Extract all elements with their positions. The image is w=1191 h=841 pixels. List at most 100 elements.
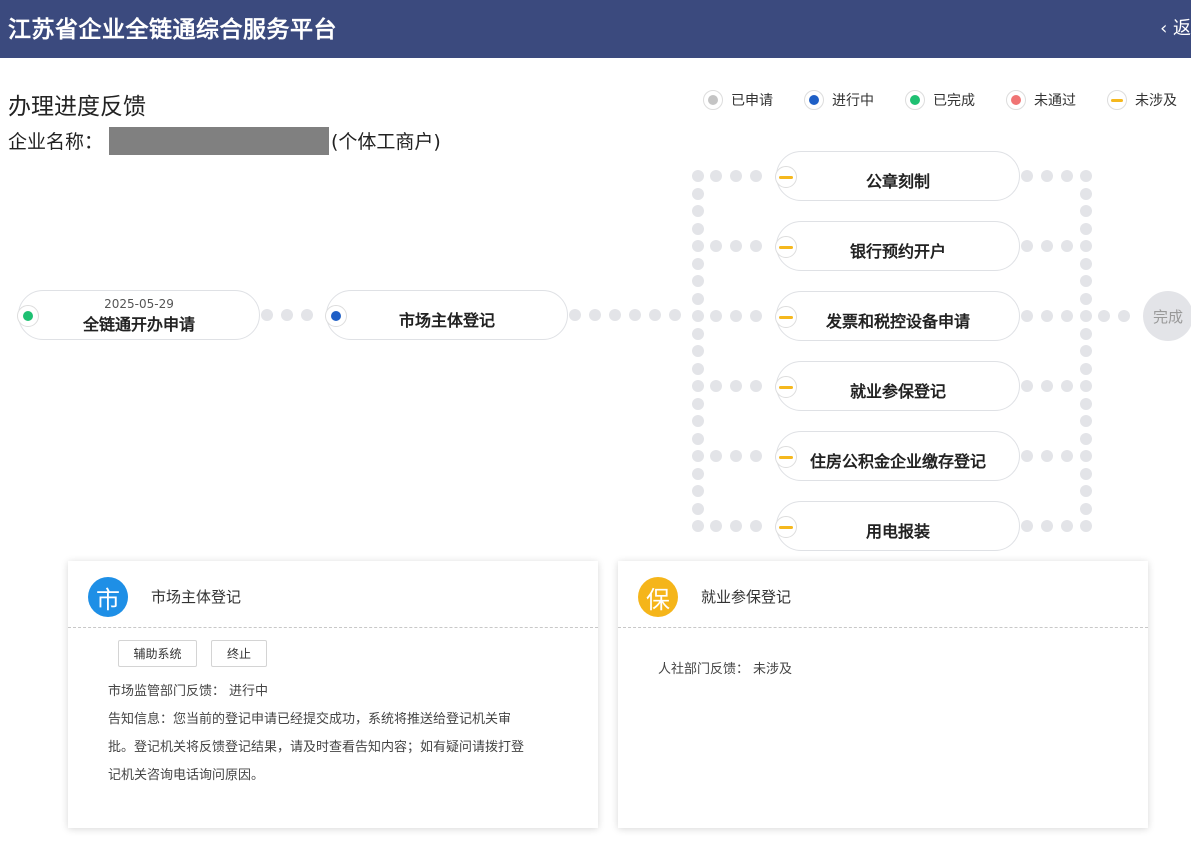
connector-dot	[692, 292, 704, 305]
connector-dot	[1118, 310, 1130, 322]
connector-dot	[730, 450, 742, 462]
node-date: 2025-05-29	[104, 297, 174, 311]
card-badge: 保	[638, 577, 678, 617]
legend-label: 进行中	[832, 93, 874, 109]
connector-dot	[1041, 170, 1053, 182]
legend-label: 未通过	[1034, 93, 1076, 109]
connector-dot	[692, 520, 704, 532]
terminate-button[interactable]: 终止	[211, 640, 267, 667]
connector-dot	[1061, 450, 1073, 462]
company-label: 企业名称：	[8, 131, 104, 153]
connector-dot	[1080, 275, 1092, 287]
connector-dot	[730, 310, 742, 322]
node-label: 发票和税控设备申请	[825, 312, 970, 331]
connector-dot	[1041, 450, 1053, 462]
node-label: 公章刻制	[865, 172, 930, 191]
connector-dot	[569, 309, 581, 321]
redacted-company-name	[109, 127, 330, 155]
legend-not-involved: 未涉及	[1107, 89, 1177, 111]
connector-dot	[1041, 310, 1053, 322]
status-dot-icon	[703, 90, 723, 110]
connector-dot	[710, 380, 722, 392]
connector-dot	[301, 309, 313, 321]
flow-node-invoice[interactable]: 发票和税控设备申请	[775, 291, 1020, 341]
flow-node-electricity[interactable]: 用电报装	[775, 501, 1020, 551]
connector-dot	[692, 362, 704, 375]
connector-dot	[1080, 170, 1092, 182]
notice-line: 告知信息：您当前的登记申请已经提交成功，系统将推送给登记机关审	[108, 712, 512, 727]
connector-dot	[1080, 187, 1092, 200]
connector-dot	[1080, 205, 1092, 217]
connector-dot	[1080, 240, 1092, 252]
connector-dot	[1080, 485, 1092, 497]
card-title: 市场主体登记	[151, 588, 242, 606]
connector-dot	[1080, 257, 1092, 270]
connector-dot	[750, 170, 762, 182]
connector-dot	[750, 240, 762, 252]
connector-dot	[1080, 502, 1092, 515]
connector-dot	[692, 327, 704, 340]
feedback-value: 进行中	[229, 684, 269, 699]
card-header: 保 就业参保登记	[618, 561, 1148, 628]
detail-card-register: 市 市场主体登记 辅助系统 终止 市场监管部门反馈： 进行中 告知信息：您当前的登…	[68, 561, 598, 828]
card-badge: 市	[88, 577, 128, 617]
connector-dot	[1061, 240, 1073, 252]
connector-dot	[1080, 520, 1092, 532]
legend-label: 未涉及	[1135, 93, 1177, 109]
connector-dot	[692, 187, 704, 200]
connector-dot	[692, 205, 704, 217]
connector-dot	[281, 309, 293, 321]
connector-dot	[692, 170, 704, 182]
connector-dot	[1080, 432, 1092, 445]
feedback-label: 人社部门反馈：	[658, 662, 750, 677]
connector-dot	[1061, 170, 1073, 182]
connector-dot	[692, 467, 704, 480]
connector-dot	[1041, 240, 1053, 252]
notice-line: 记机关咨询电话询问原因。	[108, 768, 265, 783]
flow-node-apply[interactable]: 2025-05-29 全链通开办申请	[17, 290, 260, 340]
node-label: 市场主体登记	[398, 311, 495, 330]
connector-dot	[1080, 380, 1092, 392]
connector-dot	[1041, 380, 1053, 392]
flow-node-register[interactable]: 市场主体登记	[325, 290, 568, 340]
connector-dot	[1080, 327, 1092, 340]
node-label: 就业参保登记	[849, 382, 946, 401]
connector-dot	[692, 450, 704, 462]
connector-dot	[669, 309, 681, 321]
connector-dot	[692, 310, 704, 322]
node-label: 全链通开办申请	[82, 315, 195, 334]
company-name: 企业名称： (个体工商户)	[8, 127, 441, 155]
feedback-label: 市场监管部门反馈：	[108, 684, 226, 699]
flow-node-bank[interactable]: 银行预约开户	[775, 221, 1020, 271]
connector-dot	[692, 502, 704, 515]
feedback-line: 市场监管部门反馈： 进行中	[108, 682, 268, 702]
connector-dot	[1080, 362, 1092, 375]
back-button[interactable]: ‹ 返	[1160, 14, 1191, 40]
connector-dot	[692, 397, 704, 410]
flow-node-seal[interactable]: 公章刻制	[775, 151, 1020, 201]
connector-dot	[710, 170, 722, 182]
connector-dot	[750, 310, 762, 322]
connector-dot	[629, 309, 641, 321]
notice-line: 批。登记机关将反馈登记结果，请及时查看告知内容；如有疑问请拨打登	[108, 740, 525, 755]
connector-dot	[750, 450, 762, 462]
status-dot-icon	[804, 90, 824, 110]
connector-dot	[692, 380, 704, 392]
connector-dot	[1080, 467, 1092, 480]
flow-node-social-insurance[interactable]: 就业参保登记	[775, 361, 1020, 411]
connector-dot	[692, 222, 704, 235]
connector-dot	[1080, 415, 1092, 427]
legend-completed: 已完成	[905, 89, 975, 111]
node-label: 用电报装	[865, 522, 930, 541]
status-dash-icon	[1107, 90, 1127, 110]
flow-node-housing-fund[interactable]: 住房公积金企业缴存登记	[775, 431, 1020, 481]
connector-dot	[1080, 397, 1092, 410]
assist-system-button[interactable]: 辅助系统	[118, 640, 197, 667]
connector-dot	[730, 240, 742, 252]
connector-dot	[1080, 292, 1092, 305]
connector-dot	[1021, 380, 1033, 392]
flow-node-finish: 完成	[1143, 291, 1191, 341]
legend-label: 已申请	[731, 93, 773, 109]
connector-dot	[1021, 450, 1033, 462]
connector-dot	[589, 309, 601, 321]
